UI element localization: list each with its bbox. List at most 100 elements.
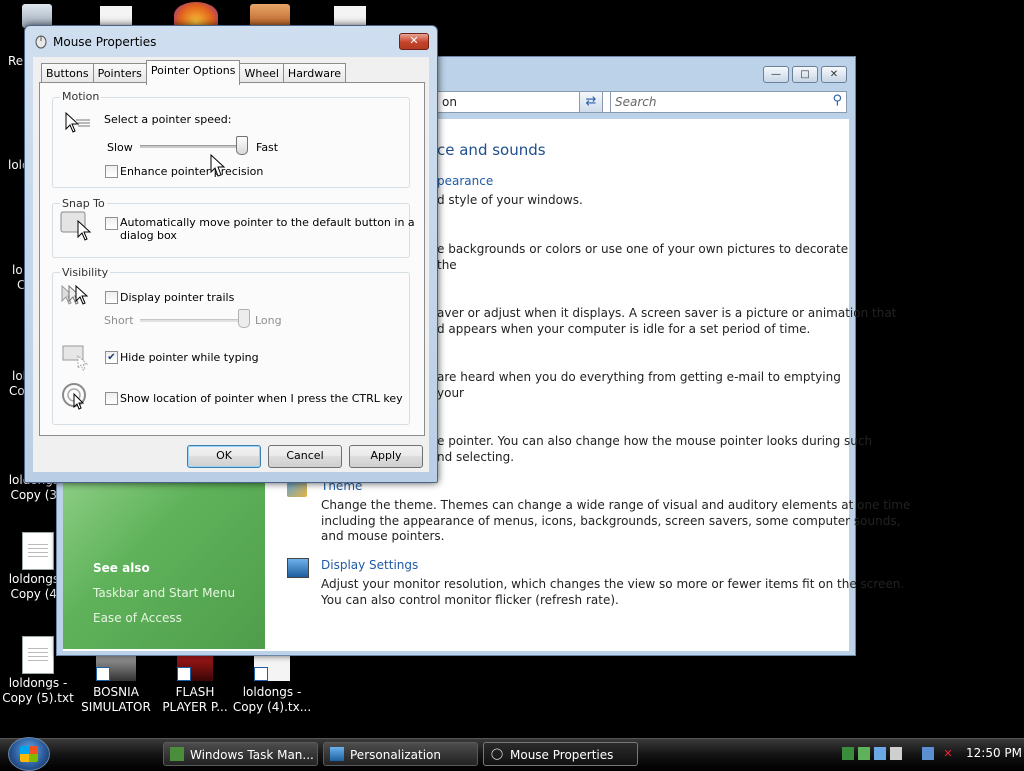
maximize-button[interactable]: □ bbox=[792, 66, 818, 83]
display-settings-icon bbox=[287, 558, 309, 578]
pointer-speed-icon bbox=[65, 111, 90, 133]
desktop-label-recycle[interactable]: Re bbox=[8, 54, 23, 69]
see-also-link-taskbar[interactable]: Taskbar and Start Menu bbox=[93, 586, 235, 600]
pointer-speed-slider-thumb[interactable] bbox=[235, 136, 248, 155]
task-manager-icon bbox=[170, 747, 184, 761]
mouse-cursor-icon bbox=[210, 154, 226, 177]
desktop-label-5[interactable]: Co bbox=[9, 384, 25, 399]
section-text-theme: Change the theme. Themes can change a wi… bbox=[321, 498, 911, 543]
search-placeholder: Search bbox=[615, 95, 657, 109]
enhance-precision-checkbox[interactable] bbox=[105, 165, 118, 178]
volume-muted-icon[interactable]: ✕ bbox=[942, 747, 954, 760]
text-file-icon bbox=[22, 532, 54, 570]
tray-app-icon[interactable] bbox=[874, 747, 886, 760]
dialog-title: Mouse Properties bbox=[53, 35, 157, 49]
network-icon[interactable] bbox=[922, 747, 934, 760]
trails-length-slider bbox=[140, 319, 244, 322]
window-caption-buttons: — □ ✕ bbox=[763, 66, 847, 83]
trails-long-label: Long bbox=[255, 314, 282, 327]
shortcut-arrow-icon bbox=[254, 667, 268, 681]
shortcut-arrow-icon bbox=[177, 667, 191, 681]
pointer-trails-icon bbox=[61, 284, 89, 305]
taskbar-item-personalization[interactable]: Personalization bbox=[323, 742, 478, 766]
shortcut-icon bbox=[254, 653, 290, 681]
text-file-icon bbox=[22, 636, 54, 674]
snap-to-checkbox[interactable] bbox=[105, 217, 118, 230]
personalization-icon bbox=[330, 747, 344, 761]
enhance-precision-label[interactable]: Enhance pointer precision bbox=[120, 165, 263, 178]
close-button[interactable]: ✕ bbox=[399, 33, 429, 50]
apply-button[interactable]: Apply bbox=[349, 445, 423, 468]
mouse-icon bbox=[35, 35, 47, 49]
desktop-icon-bosnia[interactable]: BOSNIA SIMULATOR bbox=[76, 653, 156, 715]
search-icon[interactable]: ⚲ bbox=[832, 93, 842, 108]
taskbar: Windows Task Man... Personalization ◯ Mou… bbox=[0, 737, 1024, 771]
shortcut-icon bbox=[96, 653, 136, 681]
pointer-options-panel: Motion Select a pointer speed: Slow Fast… bbox=[39, 82, 425, 436]
close-button[interactable]: ✕ bbox=[821, 66, 847, 83]
start-button[interactable] bbox=[8, 737, 50, 771]
desktop-icon-copy4-txt[interactable]: loldongs - Copy (4).tx... bbox=[232, 653, 312, 715]
visibility-group-title: Visibility bbox=[60, 266, 111, 279]
section-text-display-settings: Adjust your monitor resolution, which ch… bbox=[321, 577, 905, 607]
hide-pointer-icon bbox=[62, 345, 89, 371]
snap-to-icon bbox=[60, 211, 92, 241]
tab-pointer-options[interactable]: Pointer Options bbox=[145, 60, 241, 85]
section-text-background: e backgrounds or colors or use one of yo… bbox=[437, 242, 849, 272]
taskbar-item-task-manager[interactable]: Windows Task Man... bbox=[163, 742, 318, 766]
section-text-screensaver: aver or adjust when it displays. A scree… bbox=[437, 306, 897, 336]
hide-pointer-label[interactable]: Hide pointer while typing bbox=[120, 351, 259, 364]
see-also-title: See also bbox=[93, 561, 150, 575]
section-link-display-settings[interactable]: Display Settings bbox=[321, 558, 418, 572]
ctrl-location-checkbox[interactable] bbox=[105, 392, 118, 405]
hide-pointer-checkbox[interactable]: ✔ bbox=[105, 351, 118, 364]
snap-to-label[interactable]: Automatically move pointer to the defaul… bbox=[120, 216, 415, 242]
clock[interactable]: 12:50 PM bbox=[966, 746, 1022, 760]
snap-to-group-title: Snap To bbox=[60, 197, 107, 210]
ok-button[interactable]: OK bbox=[187, 445, 261, 468]
refresh-icon[interactable]: ⇄ bbox=[579, 91, 603, 113]
desktop-icon-flash[interactable]: FLASH PLAYER P... bbox=[155, 653, 235, 715]
shortcut-icon bbox=[177, 653, 213, 681]
pointer-trails-label[interactable]: Display pointer trails bbox=[120, 291, 234, 304]
ctrl-location-label[interactable]: Show location of pointer when I press th… bbox=[120, 392, 403, 405]
mouse-properties-dialog[interactable]: Mouse Properties ✕ Buttons Pointers Poin… bbox=[24, 25, 438, 483]
dialog-body: Buttons Pointers Pointer Options Wheel H… bbox=[33, 57, 429, 472]
section-text-pointers: e pointer. You can also change how the m… bbox=[437, 434, 873, 464]
speed-slow-label: Slow bbox=[107, 141, 133, 154]
taskbar-item-mouse-properties[interactable]: ◯ Mouse Properties bbox=[483, 742, 638, 766]
tray-app-icon[interactable] bbox=[890, 747, 902, 760]
trails-length-slider-thumb bbox=[238, 309, 250, 328]
address-text: on bbox=[442, 95, 457, 109]
tray-app-icon[interactable] bbox=[858, 747, 870, 760]
desktop-icon-label: loldongs - Copy (4).tx... bbox=[232, 685, 312, 714]
desktop-icon-label: FLASH PLAYER P... bbox=[162, 685, 228, 714]
shortcut-arrow-icon bbox=[96, 667, 110, 681]
mouse-icon: ◯ bbox=[490, 747, 504, 760]
see-also-pane: See also Taskbar and Start Menu Ease of … bbox=[63, 473, 265, 649]
desktop-icon-label: loldongs - Copy (5).txt bbox=[2, 676, 74, 705]
trails-short-label: Short bbox=[104, 314, 134, 327]
section-text-appearance: d style of your windows. bbox=[437, 193, 583, 207]
desktop-label-2[interactable]: lo bbox=[12, 263, 23, 278]
search-input[interactable]: Search ⚲ bbox=[610, 91, 847, 113]
section-link-appearance[interactable]: pearance bbox=[437, 174, 493, 188]
speed-fast-label: Fast bbox=[256, 141, 279, 154]
pointer-location-icon bbox=[62, 383, 86, 410]
see-also-link-ease-of-access[interactable]: Ease of Access bbox=[93, 611, 182, 625]
pointer-speed-slider[interactable] bbox=[140, 145, 244, 148]
minimize-button[interactable]: — bbox=[763, 66, 789, 83]
motion-group-title: Motion bbox=[60, 90, 102, 103]
taskbar-item-label: Personalization bbox=[350, 748, 441, 762]
system-tray: ✕ 12:50 PM bbox=[838, 739, 1024, 769]
tray-app-icon[interactable] bbox=[842, 747, 854, 760]
taskbar-item-label: Mouse Properties bbox=[510, 748, 614, 762]
desktop-icon-label: BOSNIA SIMULATOR bbox=[81, 685, 151, 714]
cancel-button[interactable]: Cancel bbox=[268, 445, 342, 468]
tab-strip: Buttons Pointers Pointer Options Wheel H… bbox=[41, 60, 347, 85]
section-text-sounds: are heard when you do everything from ge… bbox=[437, 370, 841, 400]
windows-logo-icon bbox=[20, 746, 38, 762]
pointer-speed-label: Select a pointer speed: bbox=[104, 113, 232, 126]
pointer-trails-checkbox[interactable] bbox=[105, 291, 118, 304]
taskbar-item-label: Windows Task Man... bbox=[190, 748, 314, 762]
